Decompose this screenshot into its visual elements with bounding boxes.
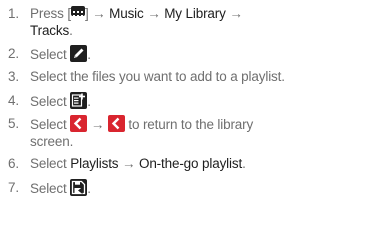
step-number: 1.	[8, 6, 19, 21]
menu-on-the-go-playlist: On-the-go playlist	[138, 156, 243, 171]
step-text: .	[87, 47, 91, 62]
back-arrow-icon	[70, 115, 88, 132]
step-6: 6. Select Playlists → On-the-go playlist…	[8, 155, 363, 172]
step-text: screen.	[30, 134, 74, 149]
step-text: →	[118, 156, 139, 171]
menu-my-library: My Library	[164, 6, 226, 21]
step-text: .	[87, 94, 91, 109]
step-text: ] →	[84, 6, 110, 21]
step-2: 2. Select .	[8, 45, 363, 63]
step-text: Select	[30, 181, 71, 196]
step-3: 3. Select the files you want to add to a…	[8, 68, 363, 85]
menu-playlists: Playlists	[70, 156, 119, 171]
step-text: Select	[30, 156, 71, 171]
step-7: 7. Select .	[8, 179, 363, 197]
keypad-grid-icon	[70, 6, 85, 17]
step-text: Select	[30, 94, 71, 109]
step-text: .	[69, 23, 73, 38]
add-to-list-icon	[70, 92, 88, 109]
step-text: →	[143, 6, 165, 21]
save-icon	[70, 179, 88, 196]
step-5: 5. Select → to return to the library scr…	[8, 115, 363, 150]
step-4: 4. Select .	[8, 92, 363, 110]
step-text: Press [	[30, 6, 71, 21]
step-number: 7.	[8, 180, 19, 195]
step-number: 3.	[8, 69, 19, 84]
menu-music: Music	[109, 6, 144, 21]
step-text: Select the files you want to add to a pl…	[30, 69, 285, 84]
step-number: 4.	[8, 93, 19, 108]
step-text: Select	[30, 117, 71, 132]
step-number: 5.	[8, 116, 19, 131]
step-1: 1. Press [ ] → Music → My Library → Trac…	[8, 5, 363, 39]
menu-tracks: Tracks	[30, 23, 70, 38]
step-text: .	[87, 181, 91, 196]
step-text: Select	[30, 47, 71, 62]
step-number: 6.	[8, 156, 19, 171]
back-arrow-icon	[107, 115, 125, 132]
step-number: 2.	[8, 46, 19, 61]
step-text: .	[242, 156, 246, 171]
step-text: to return to the library	[124, 117, 254, 132]
pencil-edit-icon	[70, 45, 88, 62]
step-text: →	[225, 6, 243, 21]
step-text: →	[87, 117, 108, 132]
